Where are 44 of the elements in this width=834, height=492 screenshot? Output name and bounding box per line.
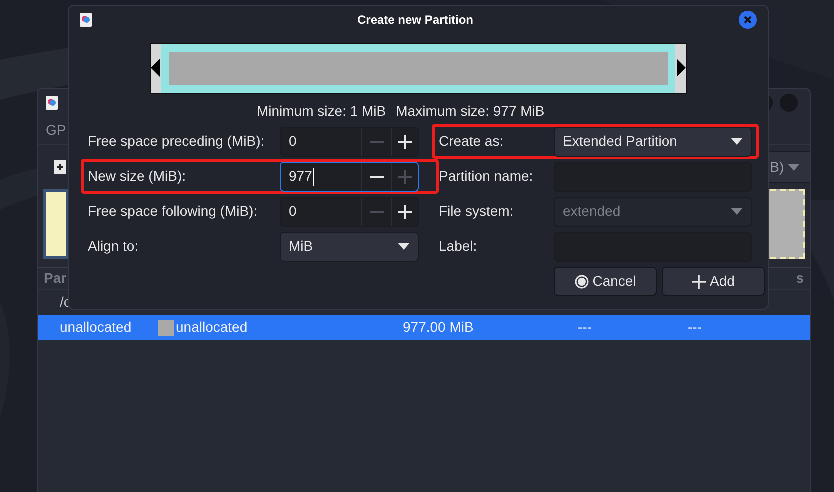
minimum-size-text: Minimum size: 1 MiB: [257, 102, 386, 121]
table-cell-text: unallocated: [60, 318, 132, 337]
plus-icon: [397, 134, 413, 150]
close-button[interactable]: [739, 11, 757, 29]
dropdown[interactable]: Extended Partition: [554, 126, 752, 156]
spin-value: 977: [288, 166, 316, 188]
field-label: Free space following (MiB):: [88, 202, 259, 221]
caret-icon: [731, 138, 743, 145]
table-cell-text: ---: [688, 318, 702, 337]
maximum-size-text: Maximum size: 977 MiB: [396, 102, 545, 121]
field-label: Label:: [439, 237, 478, 256]
color-swatch: [158, 320, 174, 336]
caret-icon: [398, 243, 410, 250]
field-label: Create as:: [439, 132, 505, 151]
app-icon: [80, 13, 92, 27]
minus-icon: [368, 176, 384, 178]
table-cell-text: ---: [578, 318, 592, 337]
minus-icon: [368, 210, 384, 212]
caret-icon: [731, 208, 743, 215]
window-title: Create new Partition: [357, 12, 474, 29]
cancel-button[interactable]: Cancel: [554, 267, 657, 296]
field-label: Align to:: [88, 237, 140, 256]
stop-icon: [574, 274, 589, 288]
dropdown[interactable]: MiB: [280, 232, 419, 262]
plus-icon: [692, 274, 706, 288]
field-label: New size (MiB):: [88, 167, 188, 186]
partition-block: [43, 189, 69, 259]
field-label: Free space preceding (MiB):: [88, 132, 266, 151]
add-button[interactable]: Add: [662, 267, 765, 296]
field-label: File system:: [439, 202, 515, 221]
new-icon[interactable]: [54, 160, 66, 174]
table-row[interactable]: unallocated unallocated 977.00 MiB --- ---: [38, 315, 810, 340]
table-cell-text: 977.00 MiB: [403, 318, 474, 337]
plus-icon: [397, 204, 413, 220]
minus-icon: [368, 140, 384, 142]
caret-icon: [788, 164, 800, 170]
menu-item[interactable]: GP: [46, 120, 66, 141]
table-cell-text: unallocated: [176, 318, 248, 337]
spin-value: 0: [288, 132, 298, 151]
plus-icon: [397, 168, 413, 184]
field-label: Partition name:: [439, 167, 534, 186]
app-icon: [46, 96, 58, 110]
close-icon: [744, 16, 752, 24]
spin-value: 0: [288, 202, 298, 221]
